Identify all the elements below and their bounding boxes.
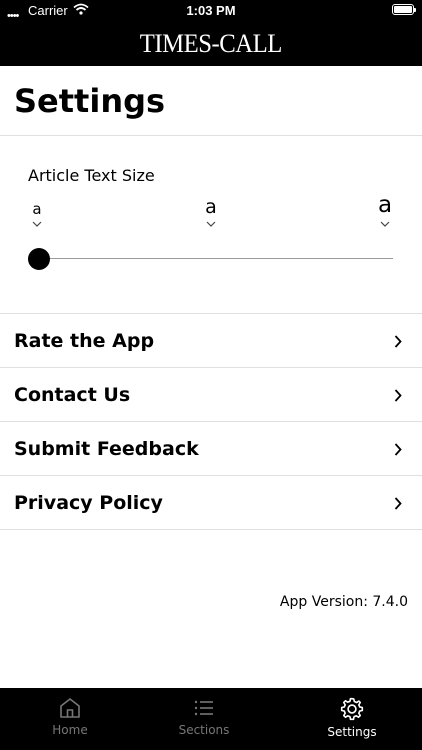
- divider: [0, 529, 422, 530]
- chevron-down-icon: [380, 221, 390, 227]
- app-logo: TIMES-CALL: [139, 29, 283, 58]
- tab-sections-label: Sections: [178, 723, 230, 737]
- tab-sections[interactable]: Sections: [134, 688, 274, 750]
- text-size-slider-track[interactable]: [39, 258, 393, 259]
- contact-us-row[interactable]: Contact Us: [0, 368, 422, 422]
- text-size-medium-option[interactable]: a: [202, 198, 220, 227]
- size-medium-glyph: a: [205, 196, 217, 218]
- size-small-glyph: a: [32, 200, 42, 218]
- status-bar: •••• Carrier 1:03 PM: [0, 0, 422, 22]
- rate-app-label: Rate the App: [14, 330, 155, 352]
- chevron-down-icon: [32, 221, 42, 227]
- privacy-policy-row[interactable]: Privacy Policy: [0, 476, 422, 530]
- text-size-label: Article Text Size: [28, 166, 155, 185]
- chevron-right-icon: [394, 389, 402, 402]
- chevron-right-icon: [394, 443, 402, 456]
- text-size-small-option[interactable]: a: [29, 202, 45, 227]
- home-icon: [60, 698, 80, 718]
- text-size-large-option[interactable]: a: [376, 194, 394, 227]
- contact-us-label: Contact Us: [14, 384, 131, 406]
- tab-settings[interactable]: Settings: [282, 688, 422, 750]
- list-icon: [194, 700, 213, 716]
- battery-icon: [392, 4, 416, 15]
- app-header: TIMES-CALL: [0, 22, 422, 66]
- page-title: Settings: [14, 82, 166, 120]
- gear-icon: [340, 697, 364, 721]
- chevron-down-icon: [206, 221, 216, 227]
- tab-home[interactable]: Home: [0, 688, 140, 750]
- divider: [0, 135, 422, 136]
- tab-bar: Home Sections Settings: [0, 688, 422, 750]
- rate-app-row[interactable]: Rate the App: [0, 314, 422, 368]
- submit-feedback-label: Submit Feedback: [14, 438, 199, 460]
- privacy-policy-label: Privacy Policy: [14, 492, 163, 514]
- status-time: 1:03 PM: [186, 3, 236, 18]
- tab-settings-label: Settings: [327, 725, 377, 739]
- app-version: App Version: 7.4.0: [279, 594, 408, 610]
- text-size-slider-thumb[interactable]: [28, 248, 50, 270]
- chevron-right-icon: [394, 335, 402, 348]
- size-large-glyph: a: [377, 192, 393, 218]
- chevron-right-icon: [394, 497, 402, 510]
- tab-home-label: Home: [52, 723, 88, 737]
- submit-feedback-row[interactable]: Submit Feedback: [0, 422, 422, 476]
